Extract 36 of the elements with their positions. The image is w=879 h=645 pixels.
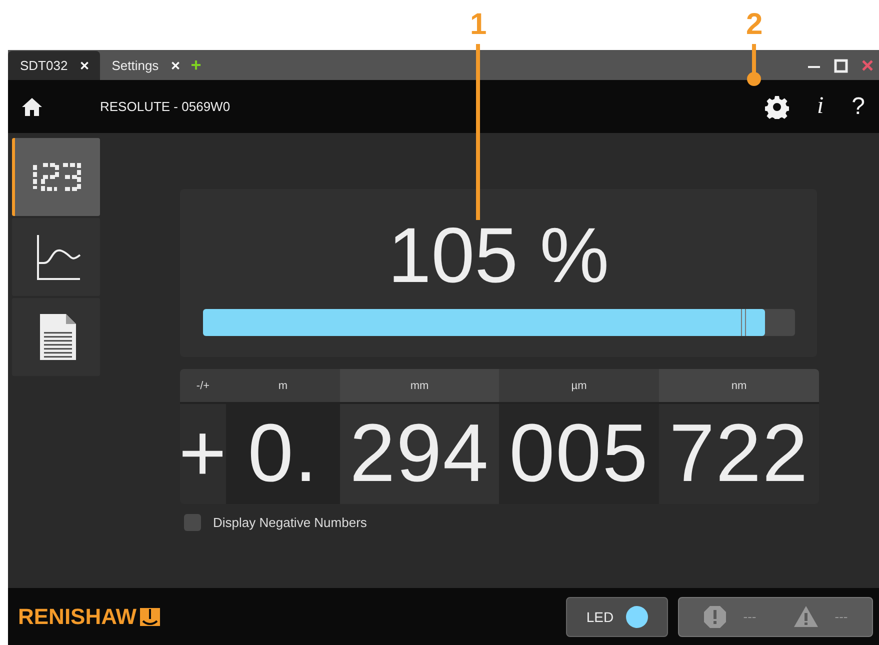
sidebar-item[interactable] [12, 138, 100, 216]
error-count: --- [743, 609, 756, 624]
warning-count: --- [834, 609, 848, 624]
home-icon[interactable] [22, 98, 42, 116]
unit-header: µm [499, 369, 659, 404]
document-icon [38, 312, 78, 362]
close-icon[interactable]: ✕ [170, 58, 181, 72]
unit-header: -/+ [180, 369, 226, 404]
unit-header: nm [659, 369, 819, 404]
warning-icon [792, 605, 819, 628]
readout-digits: 294 [340, 404, 499, 504]
device-title: RESOLUTE - 0569W0 [100, 99, 230, 114]
readout-digits: + [180, 404, 226, 504]
callout-number: 2 [746, 10, 763, 40]
add-tab-button[interactable]: + [190, 51, 202, 80]
error-icon [703, 604, 728, 628]
sidebar-item[interactable] [12, 218, 100, 296]
info-button[interactable]: i [816, 92, 824, 120]
negative-numbers-checkbox[interactable]: Display Negative Numbers [184, 514, 879, 531]
maximize-icon[interactable] [834, 58, 848, 72]
led-button[interactable]: LED [566, 596, 668, 636]
readout-digits: 0. [226, 404, 340, 504]
logo-icon [138, 606, 161, 626]
help-button[interactable]: ? [852, 92, 865, 120]
readout-digits: 005 [499, 404, 659, 504]
tab[interactable]: Settings ✕ [100, 51, 191, 80]
sidebar-item[interactable] [12, 298, 100, 376]
signal-reading: 105 % [388, 210, 610, 301]
close-icon[interactable]: ✕ [80, 58, 90, 72]
unit-header: m [226, 369, 340, 404]
tab[interactable]: SDT032 ✕ [8, 51, 100, 80]
threshold-marker [740, 309, 746, 336]
callout-number: 1 [470, 10, 487, 40]
unit-header: mm [340, 369, 499, 404]
logo-text: RENISHAW [18, 604, 137, 630]
readout-digits: 722 [659, 404, 819, 504]
